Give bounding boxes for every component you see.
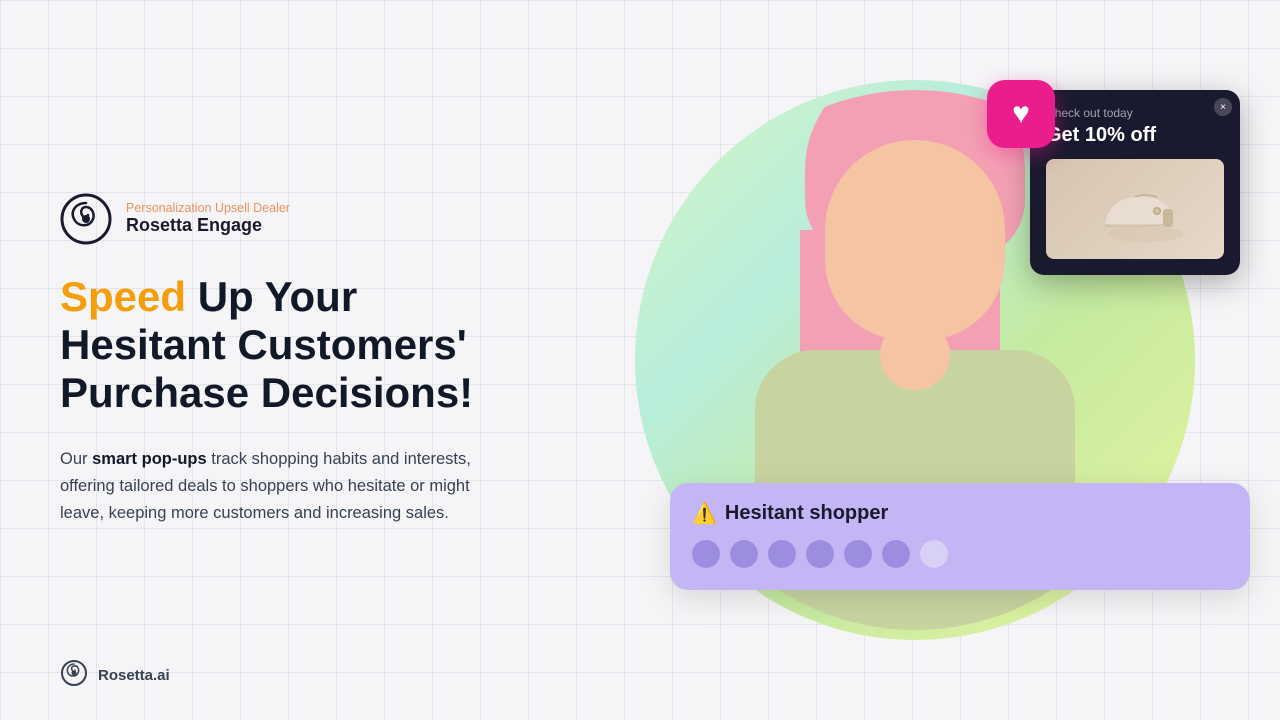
logo-title-regular: Rosetta: [126, 215, 197, 235]
description-prefix: Our: [60, 450, 92, 468]
dot-4: [806, 540, 834, 568]
shoe-image: [1046, 159, 1224, 259]
description: Our smart pop-ups track shopping habits …: [60, 446, 510, 528]
dot-5: [844, 540, 872, 568]
headline-speed: Speed: [60, 273, 186, 320]
dot-3: [768, 540, 796, 568]
dot-2: [730, 540, 758, 568]
logo-title-bold: Engage: [197, 215, 262, 235]
logo-title: Rosetta Engage: [126, 215, 290, 236]
heart-badge: ♥: [987, 80, 1055, 148]
dots-row: [692, 540, 1228, 568]
heart-icon: ♥: [1012, 97, 1030, 131]
notification-card: × Check out today Get 10% off: [1030, 90, 1240, 275]
close-button[interactable]: ×: [1214, 98, 1232, 116]
logo-subtitle: Personalization Upsell Dealer: [126, 201, 290, 215]
dot-6: [882, 540, 910, 568]
right-panel: ♥ × Check out today Get 10% off: [610, 50, 1220, 670]
person-head: [825, 140, 1005, 340]
hesitant-title: ⚠️ Hesitant shopper: [692, 501, 1228, 526]
description-bold: smart pop-ups: [92, 450, 207, 468]
bottom-logo-icon: [60, 659, 88, 692]
logo-text-block: Personalization Upsell Dealer Rosetta En…: [126, 201, 290, 236]
logo-area: Personalization Upsell Dealer Rosetta En…: [60, 193, 550, 245]
notif-discount: Get 10% off: [1046, 124, 1224, 147]
person-neck: [880, 320, 950, 390]
bottom-logo-text: Rosetta.ai: [98, 667, 170, 684]
main-container: Personalization Upsell Dealer Rosetta En…: [0, 0, 1280, 720]
logo-icon: [60, 193, 112, 245]
hesitant-badge: ⚠️ Hesitant shopper: [670, 483, 1250, 590]
bottom-logo: Rosetta.ai: [60, 659, 170, 692]
notif-check-today: Check out today: [1046, 106, 1224, 120]
dot-7: [920, 540, 948, 568]
dot-1: [692, 540, 720, 568]
left-panel: Personalization Upsell Dealer Rosetta En…: [60, 193, 550, 528]
hesitant-label: Hesitant shopper: [725, 502, 888, 525]
headline: Speed Up YourHesitant Customers'Purchase…: [60, 273, 550, 418]
warning-icon: ⚠️: [692, 501, 717, 526]
